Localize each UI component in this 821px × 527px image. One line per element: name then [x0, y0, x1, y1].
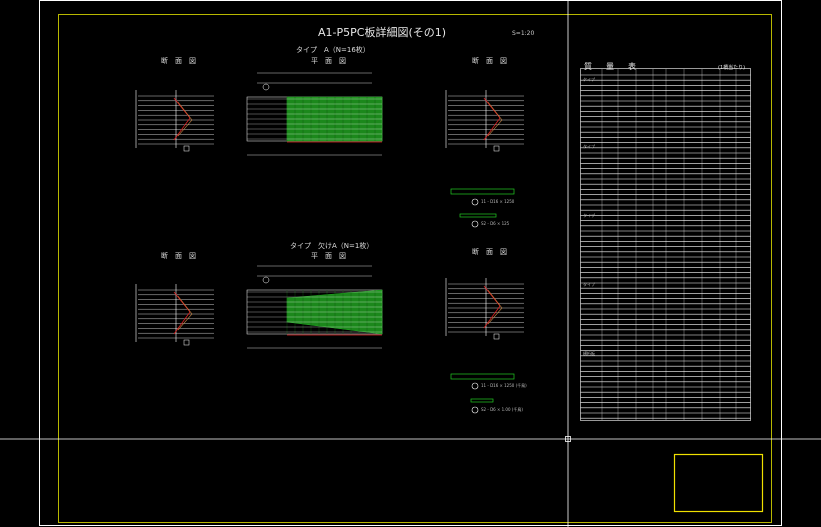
cad-drawing-canvas[interactable] [0, 0, 821, 527]
table-section-4: タイプ [583, 282, 595, 287]
detail-marker-b1 [471, 382, 479, 390]
rebar-note-b2: S2 - D6 × 1.00 (千鳥) [481, 407, 523, 412]
quantity-table-title: 質 量 表 [584, 62, 639, 71]
type-a-plan-label: 平 面 図 [311, 57, 346, 65]
rebar-note-b1: 11 - D16 × 1250 (千鳥) [481, 383, 527, 388]
type-a-section-label-right: 断 面 図 [472, 57, 507, 65]
table-section-5: 横桁板 [583, 351, 595, 356]
type-b-plan-label: 平 面 図 [311, 252, 346, 260]
drawing-title: A1-P5PC板詳細図(その1) [318, 26, 447, 39]
detail-marker-a1 [471, 198, 479, 206]
sheet-frame [39, 0, 782, 526]
detail-marker-b2 [471, 406, 479, 414]
type-b-heading: タイプ 欠けA（N=1枚） [290, 242, 374, 250]
quantity-table [580, 68, 751, 421]
detail-marker-a2 [471, 220, 479, 228]
type-a-plan [246, 72, 383, 156]
type-a-section-left [135, 90, 214, 152]
type-b-section-label-right: 断 面 図 [472, 248, 507, 256]
type-b-plan [246, 265, 383, 349]
type-a-heading: タイプ A（N=16枚） [296, 46, 370, 54]
type-b-section-right [445, 278, 524, 340]
rebar-note-a2: S2 - D6 × 125 [481, 221, 510, 226]
table-section-2: タイプ [583, 144, 595, 149]
type-a-section-right [445, 90, 524, 152]
table-section-3: タイプ [583, 213, 595, 218]
title-block [673, 453, 764, 513]
type-b-section-label-left: 断 面 図 [161, 252, 196, 260]
table-section-1: タイプ [583, 77, 595, 82]
type-a-section-label-left: 断 面 図 [161, 57, 196, 65]
type-b-section-left [135, 284, 214, 346]
drawing-scale: S=1:20 [512, 30, 535, 37]
rebar-note-a1: 11 - D16 × 1250 [481, 199, 515, 204]
quantity-table-unit: (1橋当たり) [718, 65, 746, 71]
